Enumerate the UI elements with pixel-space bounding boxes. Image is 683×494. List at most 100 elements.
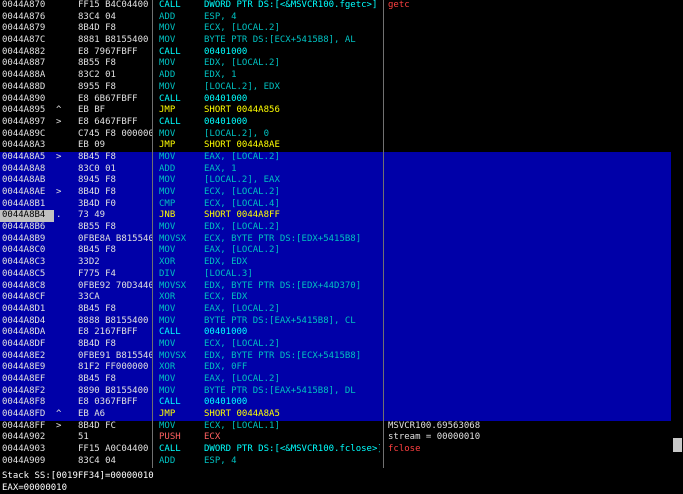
operand-cell: 00401000 [204, 397, 248, 408]
address-cell: 0044A8F2 [2, 385, 46, 396]
mnemonic-cell: CALL [159, 0, 181, 10]
disasm-row[interactable]: 0044A8CF 33CA XOR ECX, EDX [0, 292, 671, 304]
scrollbar-thumb[interactable] [673, 438, 682, 452]
disasm-row[interactable]: 0044A895 ^ EB BF JMP SHORT 0044A856 [0, 105, 671, 117]
mnemonic-cell: MOV [159, 420, 176, 431]
disasm-row[interactable]: 0044A8FF >8B4D FC MOV ECX, [LOCAL.1] MSVCR10… [0, 421, 671, 433]
hex-dump-cell: 8890 B8155400 [78, 385, 149, 396]
mnemonic-cell: ADD [159, 11, 176, 22]
address-cell: 0044A8E9 [2, 362, 46, 373]
disasm-row[interactable]: 0044A8C0 8B45 F8 MOV EAX, [LOCAL.2] [0, 245, 671, 258]
disasm-row[interactable]: 0044A903 FF15 A0C04400 CALL DWORD PTR DS:[<… [0, 444, 671, 456]
address-cell: 0044A8B6 [2, 222, 46, 233]
mnemonic-cell: JMP [159, 105, 176, 116]
mnemonic-cell: ADD [159, 455, 176, 466]
disasm-row[interactable]: 0044A8C8 0FBE92 70D34400 MOVSX EDX, BYTE PT… [0, 280, 671, 293]
operand-cell: EDX, [LOCAL.2] [204, 222, 280, 233]
hex-dump-cell: 83C2 01 [78, 70, 116, 81]
disasm-row[interactable]: 0044A879 8B4D F8 MOV ECX, [LOCAL.2] [0, 23, 671, 35]
hex-dump-cell: 0FBE91 B8155400 [78, 350, 152, 361]
disasm-row[interactable]: 0044A8F8 E8 0367FBFF CALL 00401000 [0, 397, 671, 410]
address-cell: 0044A897 [2, 116, 46, 127]
vertical-scrollbar[interactable] [671, 0, 683, 468]
disasm-row[interactable]: 0044A876 83C4 04 ADD ESP, 4 [0, 12, 671, 24]
disasm-row[interactable]: 0044A8B1 3B4D F0 CMP ECX, [LOCAL.4] [0, 198, 671, 211]
disasm-row[interactable]: 0044A8D4 8888 B8155400 MOV BYTE PTR DS:[EAX… [0, 315, 671, 328]
address-cell: 0044A8CF [2, 292, 46, 303]
disassembly-pane[interactable]: 0044A870 FF15 B4C04400 CALL DWORD PTR DS:[<… [0, 0, 671, 468]
mnemonic-cell: MOV [159, 338, 176, 349]
operand-cell: ECX, BYTE PTR DS:[EDX+5415B8] [204, 233, 362, 244]
disasm-row[interactable]: 0044A8A3 EB 09 JMP SHORT 0044A8AE [0, 140, 671, 152]
mnemonic-cell: XOR [159, 362, 176, 373]
disasm-row[interactable]: 0044A8F2 8890 B8155400 MOV BYTE PTR DS:[EAX… [0, 385, 671, 398]
operand-cell: EAX, [LOCAL.2] [204, 374, 280, 384]
disasm-row[interactable]: 0044A8AE >8B4D F8 MOV ECX, [LOCAL.2] [0, 187, 671, 199]
mnemonic-cell: CALL [159, 397, 181, 408]
mnemonic-cell: MOV [159, 245, 176, 256]
disasm-row[interactable]: 0044A8B4. 73 49 JNB SHORT 0044A8FF [0, 210, 671, 223]
disasm-row[interactable]: 0044A89C C745 F8 00000000 MOV [LOCAL.2], 0 [0, 129, 671, 141]
disasm-row[interactable]: 0044A8EF 8B45 F8 MOV EAX, [LOCAL.2] [0, 374, 671, 386]
operand-cell: ECX, [LOCAL.2] [204, 187, 280, 197]
hex-dump-cell: 33D2 [78, 257, 100, 268]
jump-marker: . [56, 210, 62, 221]
address-cell: 0044A8C5 [2, 268, 46, 279]
disasm-row[interactable]: 0044A88A 83C2 01 ADD EDX, 1 [0, 70, 671, 82]
hex-dump-cell: F775 F4 [78, 268, 116, 279]
mnemonic-cell: XOR [159, 292, 176, 303]
hex-dump-cell: C745 F8 00000000 [78, 128, 152, 139]
disasm-row[interactable]: 0044A8C5 F775 F4 DIV [LOCAL.3] [0, 268, 671, 281]
mnemonic-cell: CALL [159, 93, 181, 104]
address-cell: 0044A8FF [2, 420, 46, 431]
disasm-row[interactable]: 0044A909 83C4 04 ADD ESP, 4 [0, 456, 671, 468]
disasm-row[interactable]: 0044A8B9 0FBE8A B8155400 MOVSX ECX, BYTE PT… [0, 233, 671, 246]
hex-dump-cell: 8888 B8155400 [78, 315, 149, 326]
disasm-row[interactable]: 0044A87C 8881 B8155400 MOV BYTE PTR DS:[ECX… [0, 35, 671, 47]
address-cell: 0044A909 [2, 455, 46, 466]
hex-dump-cell: E8 6467FBFF [78, 116, 138, 127]
operand-cell: BYTE PTR DS:[EAX+5415B8], DL [204, 385, 356, 396]
disasm-row[interactable]: 0044A8A8 83C0 01 ADD EAX, 1 [0, 163, 671, 176]
disasm-row[interactable]: 0044A887 8B55 F8 MOV EDX, [LOCAL.2] [0, 58, 671, 70]
address-cell: 0044A8B1 [2, 198, 46, 209]
address-cell: 0044A8B4 [0, 210, 54, 223]
disasm-row[interactable]: 0044A890 E8 6B67FBFF CALL 00401000 [0, 94, 671, 106]
mnemonic-cell: CALL [159, 116, 181, 127]
disasm-row[interactable]: 0044A8DA E8 2167FBFF CALL 00401000 [0, 327, 671, 339]
hex-dump-cell: 8B45 F8 [78, 151, 116, 162]
hex-dump-cell: EB 09 [78, 140, 106, 151]
mnemonic-cell: MOV [159, 175, 176, 186]
operand-cell: EDX, BYTE PTR DS:[EDX+44D370] [204, 280, 362, 291]
disasm-row[interactable]: 0044A88D 8955 F8 MOV [LOCAL.2], EDX [0, 82, 671, 94]
jump-marker: ^ [56, 409, 62, 420]
operand-cell: DWORD PTR DS:[<&MSVCR100.fclose>] [204, 444, 380, 455]
hex-dump-cell: 8B4D F8 [78, 23, 116, 34]
disasm-row[interactable]: 0044A90C E8 EF66FBFF CALL 00401000 [0, 468, 671, 469]
disasm-row[interactable]: 0044A870 FF15 B4C04400 CALL DWORD PTR DS:[<… [0, 0, 671, 12]
hex-dump-cell: EB BF [78, 105, 106, 116]
disasm-row[interactable]: 0044A8FD ^ EB A6 JMP SHORT 0044A8A5 [0, 409, 671, 421]
mnemonic-cell: MOV [159, 374, 176, 384]
operand-cell: ECX, EDX [204, 292, 248, 303]
operand-cell: [LOCAL.2], EAX [204, 175, 280, 186]
disasm-row[interactable]: 0044A8D1 8B45 F8 MOV EAX, [LOCAL.2] [0, 303, 671, 316]
hex-dump-cell: 8B4D F8 [78, 187, 116, 197]
disasm-row[interactable]: 0044A8DF 8B4D F8 MOV ECX, [LOCAL.2] [0, 338, 671, 351]
disasm-row[interactable]: 0044A8B6 8B55 F8 MOV EDX, [LOCAL.2] [0, 222, 671, 234]
disasm-row[interactable]: 0044A8AB 8945 F8 MOV [LOCAL.2], EAX [0, 175, 671, 187]
disasm-row[interactable]: 0044A8A5 >8B45 F8 MOV EAX, [LOCAL.2] [0, 151, 671, 164]
disasm-row[interactable]: 0044A8E2 0FBE91 B8155400 MOVSX EDX, BYTE PT… [0, 350, 671, 363]
disasm-row[interactable]: 0044A8C3 33D2 XOR EDX, EDX [0, 257, 671, 269]
disasm-row[interactable]: 0044A8E9 81F2 FF000000 XOR EDX, 0FF [0, 362, 671, 374]
disasm-row[interactable]: 0044A902 51 PUSH ECX stream = 00000010 [0, 432, 671, 444]
mnemonic-cell: JNB [159, 210, 176, 221]
comment-cell: stream = 00000010 [388, 432, 481, 443]
hex-dump-cell: 8B55 F8 [78, 222, 116, 233]
comment-cell: getc [388, 0, 410, 10]
debugger-cpu-window: 0044A870 FF15 B4C04400 CALL DWORD PTR DS:[<… [0, 0, 683, 494]
disasm-row[interactable]: 0044A897 > E8 6467FBFF CALL 00401000 [0, 117, 671, 129]
mnemonic-cell: MOVSX [159, 280, 187, 291]
disasm-row[interactable]: 0044A882 E8 7967FBFF CALL 00401000 [0, 47, 671, 59]
operand-cell: [LOCAL.2], EDX [204, 81, 280, 92]
